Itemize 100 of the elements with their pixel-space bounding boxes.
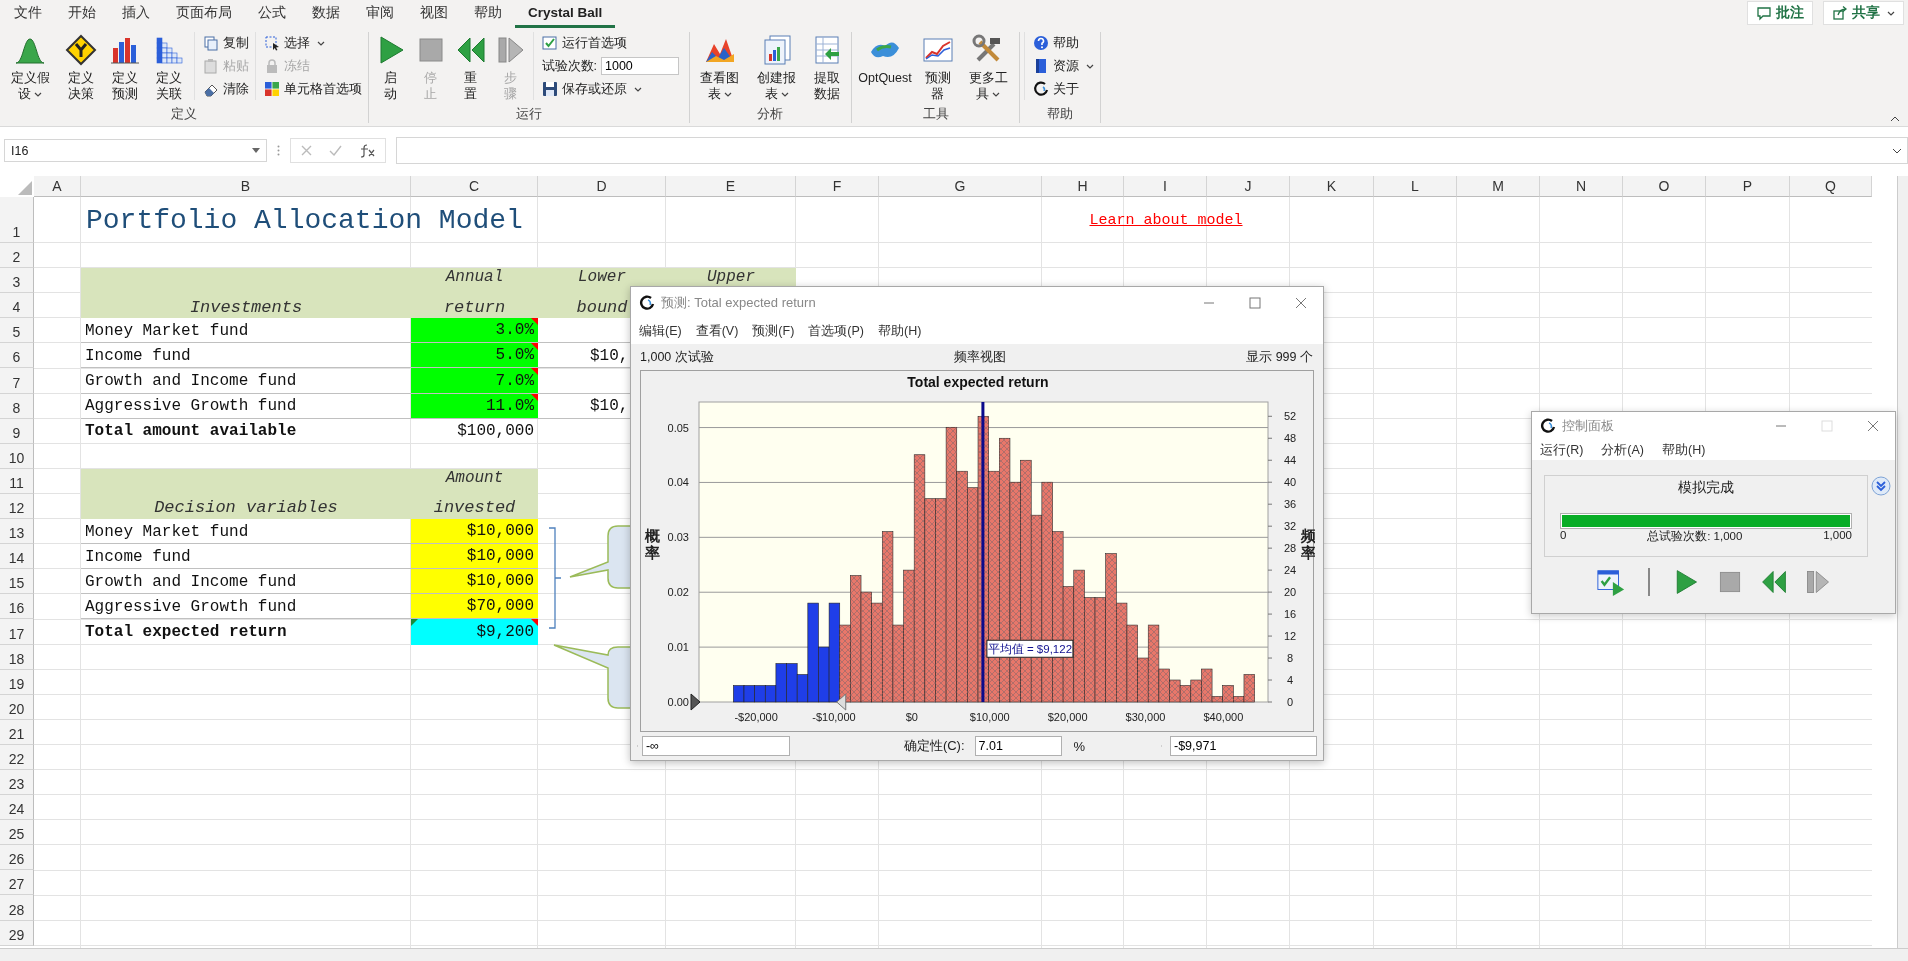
ribbon-button[interactable]: 关于: [1030, 78, 1096, 100]
row-header[interactable]: 17: [0, 619, 34, 645]
row-header[interactable]: 26: [0, 845, 34, 871]
ribbon-button[interactable]: 保存或还原: [539, 78, 679, 100]
row-header[interactable]: 1: [0, 197, 34, 243]
lower-bound-field[interactable]: -∞: [641, 736, 790, 756]
row-header[interactable]: 25: [0, 820, 34, 846]
column-header[interactable]: C: [411, 176, 538, 197]
ribbon-tab[interactable]: 开始: [55, 0, 109, 28]
expand-icon[interactable]: [1892, 147, 1902, 154]
menu-item[interactable]: 帮助(H): [1662, 441, 1706, 459]
row-header[interactable]: 21: [0, 719, 34, 745]
trials-field[interactable]: 1000: [601, 57, 679, 75]
ribbon-button[interactable]: 查看图表: [693, 32, 747, 104]
function-icon[interactable]: [359, 143, 375, 158]
column-header[interactable]: I: [1124, 176, 1207, 197]
column-header[interactable]: D: [538, 176, 666, 197]
ribbon-button[interactable]: 定义预测: [105, 32, 146, 104]
menu-item[interactable]: 首选项(P): [808, 323, 864, 340]
ribbon-button[interactable]: 单元格首选项: [261, 78, 364, 100]
column-header[interactable]: B: [81, 176, 411, 197]
row-header[interactable]: 11: [0, 468, 34, 494]
ribbon-tab[interactable]: 审阅: [353, 0, 407, 28]
row-header[interactable]: 13: [0, 519, 34, 545]
ribbon-button[interactable]: 资源: [1030, 55, 1096, 77]
ribbon-button[interactable]: 帮助: [1030, 32, 1096, 54]
row-header[interactable]: 6: [0, 343, 34, 369]
column-header[interactable]: Q: [1790, 176, 1872, 197]
grabber-handle[interactable]: [836, 693, 847, 711]
row-header[interactable]: 16: [0, 594, 34, 620]
row-header[interactable]: 22: [0, 744, 34, 770]
scroll-bar[interactable]: [1897, 176, 1908, 948]
check-icon[interactable]: [329, 145, 342, 156]
column-header[interactable]: P: [1706, 176, 1790, 197]
row-header[interactable]: 5: [0, 318, 34, 344]
close-icon[interactable]: [1867, 420, 1879, 432]
column-header[interactable]: L: [1374, 176, 1457, 197]
ribbon-tab[interactable]: 数据: [299, 0, 353, 28]
ribbon-tab[interactable]: 公式: [245, 0, 299, 28]
row-header[interactable]: 15: [0, 569, 34, 595]
ribbon-button[interactable]: 定义决策: [60, 32, 101, 104]
account-button[interactable]: 批注: [1747, 1, 1813, 25]
certainty-field[interactable]: 7.01: [974, 736, 1062, 756]
collapse-icon[interactable]: [1890, 116, 1900, 122]
row-header[interactable]: 18: [0, 644, 34, 670]
menu-item[interactable]: 查看(V): [695, 323, 739, 340]
column-header[interactable]: A: [34, 176, 81, 197]
row-header[interactable]: 3: [0, 268, 34, 294]
formula-field[interactable]: [396, 137, 1908, 164]
ribbon-button[interactable]: 定义关联: [149, 32, 190, 104]
row-header[interactable]: 23: [0, 769, 34, 796]
account-button[interactable]: 共享: [1823, 1, 1904, 25]
row-header[interactable]: 8: [0, 393, 34, 419]
row-header[interactable]: 7: [0, 368, 34, 394]
column-header[interactable]: G: [879, 176, 1042, 197]
grabber-handle[interactable]: [690, 693, 701, 711]
row-header[interactable]: 29: [0, 920, 34, 946]
ribbon-button[interactable]: 选择: [261, 32, 364, 54]
column-header[interactable]: E: [666, 176, 796, 197]
row-header[interactable]: 19: [0, 669, 34, 695]
menu-item[interactable]: 帮助(H): [878, 323, 922, 340]
column-header[interactable]: O: [1623, 176, 1706, 197]
ribbon-button[interactable]: 复制: [200, 32, 251, 54]
upper-bound-field[interactable]: -$9,971: [1170, 736, 1317, 756]
maximize-icon[interactable]: [1249, 297, 1261, 309]
row-header[interactable]: 20: [0, 694, 34, 720]
row-header[interactable]: 12: [0, 493, 34, 520]
ribbon-button[interactable]: OptQuest: [856, 32, 914, 88]
column-header[interactable]: K: [1290, 176, 1374, 197]
menu-item[interactable]: 运行(R): [1540, 441, 1584, 459]
row-header[interactable]: 9: [0, 418, 34, 444]
ribbon-tab[interactable]: 帮助: [461, 0, 515, 28]
ribbon-button[interactable]: 启动: [372, 32, 409, 104]
ribbon-tab[interactable]: 页面布局: [163, 0, 245, 28]
row-header[interactable]: 24: [0, 795, 34, 821]
row-header[interactable]: 27: [0, 870, 34, 896]
column-header[interactable]: H: [1042, 176, 1124, 197]
ribbon-button[interactable]: 提取数据: [807, 32, 848, 104]
row-header[interactable]: 28: [0, 895, 34, 921]
column-header[interactable]: J: [1207, 176, 1290, 197]
column-header[interactable]: F: [796, 176, 879, 197]
link[interactable]: Learn about model: [1089, 211, 1243, 229]
row-header[interactable]: 10: [0, 443, 34, 469]
ribbon-button[interactable]: 预测器: [917, 32, 958, 104]
ribbon-button[interactable]: 清除: [200, 78, 251, 100]
column-header[interactable]: N: [1540, 176, 1623, 197]
ribbon-tab[interactable]: 视图: [407, 0, 461, 28]
menu-item[interactable]: 预测(F): [752, 323, 795, 340]
ribbon-button[interactable]: 创建报表: [750, 32, 803, 104]
row-header[interactable]: 14: [0, 544, 34, 570]
column-header[interactable]: M: [1457, 176, 1540, 197]
close-icon[interactable]: [1295, 297, 1307, 309]
expand-icon[interactable]: [1871, 476, 1891, 496]
ribbon-button[interactable]: 更多工具: [962, 32, 1015, 104]
ribbon-tab[interactable]: 插入: [109, 0, 163, 28]
menu-item[interactable]: 编辑(E): [639, 323, 682, 340]
ribbon-tab[interactable]: 文件: [1, 0, 55, 28]
ribbon-button[interactable]: 定义假设: [4, 32, 57, 104]
ribbon-button[interactable]: 重置: [452, 32, 489, 104]
menu-item[interactable]: 分析(A): [1601, 441, 1645, 459]
